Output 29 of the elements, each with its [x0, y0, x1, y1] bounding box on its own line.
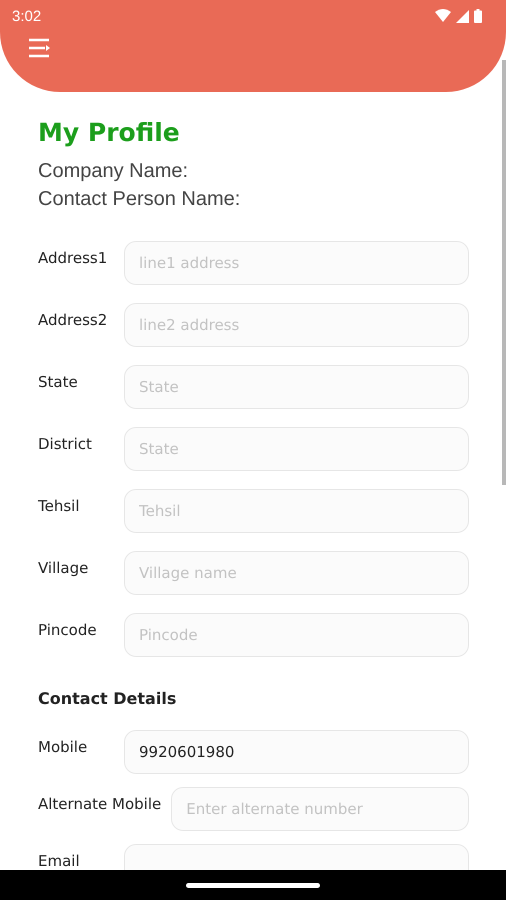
input-field[interactable]: line2 address: [124, 303, 469, 347]
field-label: State: [38, 373, 79, 391]
home-handle[interactable]: [186, 882, 320, 888]
field-label: Email: [38, 852, 81, 870]
info-label: Contact Person Name:: [38, 187, 242, 212]
input-field[interactable]: State: [124, 427, 469, 471]
field-label: Pincode: [38, 621, 98, 639]
field-label: District: [38, 435, 93, 453]
field-label: Village: [38, 559, 90, 577]
field-label: Mobile: [38, 738, 88, 756]
signal-icon: [456, 10, 469, 22]
wifi-icon: [435, 9, 451, 23]
field-label: Address1: [38, 249, 108, 267]
page-title: My Profile: [38, 118, 181, 147]
menu-icon: [28, 38, 50, 58]
input-field[interactable]: 9920601980: [124, 730, 469, 774]
input-field[interactable]: Village name: [124, 551, 469, 595]
input-field[interactable]: Pincode: [124, 613, 469, 657]
battery-icon: [474, 9, 482, 23]
input-field[interactable]: State: [124, 365, 469, 409]
field-label: Address2: [38, 311, 108, 329]
info-label: Company Name:: [38, 159, 190, 184]
field-label: Tehsil: [38, 497, 80, 515]
input-field[interactable]: Enter alternate number: [171, 787, 469, 831]
status-time: 3:02: [12, 8, 42, 24]
input-field[interactable]: Tehsil: [124, 489, 469, 533]
input-field[interactable]: line1 address: [124, 241, 469, 285]
field-label: Alternate Mobile: [38, 795, 162, 813]
section-heading: Contact Details: [38, 689, 178, 708]
